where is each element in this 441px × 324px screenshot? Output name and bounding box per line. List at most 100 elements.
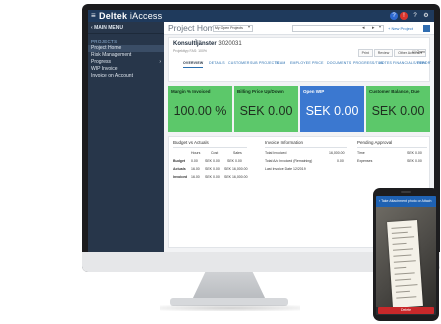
sidebar: ‹ MAIN MENU PROJECTS Project Home Risk M… xyxy=(88,22,164,252)
receipt-line xyxy=(393,260,416,263)
tab-price[interactable]: PRICE xyxy=(312,59,324,67)
divider xyxy=(357,147,427,148)
gear-icon[interactable]: ⚙ xyxy=(422,12,430,20)
product-name: iAccess xyxy=(129,11,163,21)
kpi-tiles: Margin % Invoiced 100.00 % Billing Price… xyxy=(168,86,430,132)
budget-col-sales: Sales xyxy=(233,151,242,155)
new-project-button[interactable]: + New Project xyxy=(388,25,413,32)
tab-details[interactable]: DETAILS xyxy=(209,59,225,67)
receipt-line xyxy=(393,254,412,257)
budget-row-hours: 16.00 xyxy=(191,175,200,179)
search-dropdown-icon[interactable]: ▾ xyxy=(379,24,381,29)
tab-documents[interactable]: DOCUMENTS xyxy=(327,59,351,67)
receipt-line xyxy=(391,226,412,229)
receipt-photo xyxy=(376,207,436,308)
kpi-label: Open WIP xyxy=(303,89,325,94)
hamburger-menu-icon[interactable]: ≡ xyxy=(91,11,96,21)
receipt-line xyxy=(395,284,418,287)
page-title: Project Home xyxy=(168,23,220,33)
project-search-input[interactable] xyxy=(292,25,384,32)
alert-icon[interactable]: ! xyxy=(400,12,408,20)
tab-customer[interactable]: CUSTOMER xyxy=(228,59,250,67)
monitor-stand-neck xyxy=(192,272,266,300)
kpi-tile-open-wip[interactable]: Open WIP SEK 0.00 xyxy=(300,86,364,132)
phone-header[interactable]: ‹ Take Attachment photo or Attach xyxy=(376,196,436,207)
tab-notes[interactable]: NOTES xyxy=(379,59,392,67)
budget-title: Budget vs Actuals xyxy=(173,140,209,145)
sidebar-item-label: Risk Management xyxy=(91,52,132,58)
chevron-right-icon: › xyxy=(159,59,161,65)
brand-name: Deltek xyxy=(99,11,128,21)
divider xyxy=(265,147,347,148)
pending-row-label: Time xyxy=(357,151,365,155)
budget-row-cost: SEK 0.00 xyxy=(205,167,220,171)
delete-button[interactable]: Delete xyxy=(378,307,434,314)
kpi-tile-customer-balance[interactable]: Customer Balance, Due SEK 0.00 xyxy=(366,86,430,132)
phone-speaker xyxy=(401,191,411,193)
receipt-line xyxy=(392,236,415,239)
tab-reports[interactable]: REPORTS xyxy=(417,59,431,67)
sidebar-item-risk-management[interactable]: Risk Management xyxy=(88,52,164,59)
pending-row-value: SEK 0.00 xyxy=(407,159,422,163)
main-menu-button[interactable]: ‹ MAIN MENU xyxy=(88,22,164,34)
budget-row-label: Invoiced xyxy=(173,175,188,179)
sidebar-item-progress[interactable]: Progress › xyxy=(88,59,164,66)
budget-col-cost: Cost xyxy=(211,151,219,155)
invoice-row-value: 12/2019 xyxy=(293,167,306,171)
kpi-value: SEK 0.00 xyxy=(371,104,425,118)
open-status: ☑ Open xyxy=(412,50,425,54)
project-select[interactable]: My Open Projects xyxy=(213,25,253,32)
budget-row-hours: 16.00 xyxy=(191,167,200,171)
receipt-line xyxy=(396,296,417,299)
help-icon[interactable]: ? xyxy=(390,12,398,20)
pending-row-value: SEK 0.00 xyxy=(407,151,422,155)
receipt-line xyxy=(391,231,408,234)
kpi-tile-margin[interactable]: Margin % Invoiced 100.00 % xyxy=(168,86,232,132)
app-topbar: ≡ Deltek iAccess ? ! ? ⚙ xyxy=(88,10,434,22)
divider xyxy=(173,147,247,148)
print-button[interactable]: Print xyxy=(357,49,373,57)
kpi-value: 100.00 % xyxy=(173,104,227,118)
sidebar-item-invoice-on-account[interactable]: Invoice on Account xyxy=(88,73,164,80)
previous-project-icon[interactable]: ◂ xyxy=(362,25,365,32)
phone-device: ‹ Take Attachment photo or Attach Delete xyxy=(373,188,439,321)
main-menu-label: MAIN MENU xyxy=(94,25,123,31)
stage: ≡ Deltek iAccess ? ! ? ⚙ ‹ MAIN MENU PRO… xyxy=(0,0,441,324)
sidebar-item-label: Invoice on Account xyxy=(91,73,133,79)
tab-overview[interactable]: OVERVIEW xyxy=(183,59,204,68)
kpi-tile-billing-price[interactable]: Billing Price Up/Down SEK 0.00 xyxy=(234,86,298,132)
receipt-line xyxy=(392,248,414,251)
apps-grid-icon[interactable] xyxy=(423,25,430,32)
sidebar-item-project-home[interactable]: Project Home xyxy=(88,45,164,52)
pending-row-label: Expenses xyxy=(357,159,373,163)
monitor-shadow xyxy=(160,305,300,311)
kpi-label: Margin % Invoiced xyxy=(171,89,211,94)
sidebar-item-label: WIP Invoice xyxy=(91,66,118,72)
project-subtitle: Projekttyp FAS: 100% xyxy=(173,49,208,53)
invoice-row-label: Total A/c Invoiced (Remaining) xyxy=(265,159,313,163)
receipt-image xyxy=(387,220,423,308)
budget-row-cost: SEK 0.00 xyxy=(205,175,220,179)
pending-title: Pending Approval xyxy=(357,140,393,145)
sidebar-section-projects: PROJECTS xyxy=(91,39,118,44)
receipt-line xyxy=(395,290,410,293)
tab-employee[interactable]: EMPLOYEE xyxy=(290,59,311,67)
receipt-line xyxy=(395,278,412,281)
review-button[interactable]: Review xyxy=(373,49,394,57)
phone-screen: ‹ Take Attachment photo or Attach Delete xyxy=(376,196,436,315)
kpi-value: SEK 0.00 xyxy=(239,104,293,118)
tab-team[interactable]: TEAM xyxy=(275,59,286,67)
next-project-icon[interactable]: ▸ xyxy=(372,25,375,32)
budget-row-label: Actuals xyxy=(173,167,186,171)
budget-row-label: Budget xyxy=(173,159,186,163)
budget-row-sales: SEK 0.00 xyxy=(227,159,242,163)
info-icon[interactable]: ? xyxy=(411,12,419,20)
invoice-title: Invoice Information xyxy=(265,140,304,145)
sidebar-item-wip-invoice[interactable]: WIP Invoice xyxy=(88,66,164,73)
brand-logo: Deltek iAccess xyxy=(99,10,162,22)
project-name-text: KonsultÌjänster xyxy=(173,41,217,47)
sidebar-item-label: Project Home xyxy=(91,45,122,51)
budget-col-hours: Hours xyxy=(191,151,201,155)
project-summary-card: KonsultÌjänster 3020031 Projekttyp FAS: … xyxy=(168,37,431,82)
open-status-label: Open xyxy=(416,50,425,54)
